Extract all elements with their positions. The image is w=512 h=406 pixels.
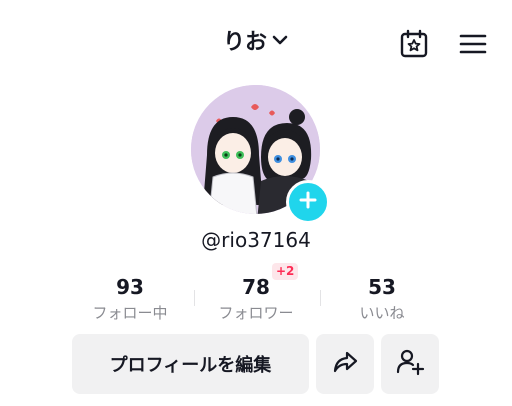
new-followers-badge: +2 xyxy=(272,263,299,280)
profile-handle: @rio37164 xyxy=(201,228,311,252)
stat-following-count: 93 xyxy=(116,275,144,299)
stat-followers-count: 78 xyxy=(242,275,270,299)
plus-icon xyxy=(298,190,318,214)
share-profile-button[interactable] xyxy=(316,334,374,394)
username-title: りお xyxy=(222,30,267,55)
stat-following[interactable]: 93 フォロー中 xyxy=(66,272,194,324)
stat-following-label: フォロー中 xyxy=(92,304,168,322)
share-arrow-icon xyxy=(331,348,359,380)
stat-followers-label: フォロワー xyxy=(218,304,294,322)
profile-header: りお xyxy=(0,24,512,56)
stat-followers[interactable]: 78 フォロワー xyxy=(192,272,320,324)
account-switcher[interactable]: りお xyxy=(223,24,289,56)
add-friend-button[interactable] xyxy=(381,334,439,394)
hamburger-menu-icon[interactable] xyxy=(457,28,489,60)
stat-likes[interactable]: 53 いいね xyxy=(318,272,446,324)
add-story-button[interactable] xyxy=(286,180,330,224)
profile-page: りお @rio37164 93 フォロー中 78 フォロワー +2 53 いいね… xyxy=(0,0,512,406)
stat-likes-count: 53 xyxy=(368,275,396,299)
edit-profile-button[interactable]: プロフィールを編集 xyxy=(72,334,309,394)
stat-likes-label: いいね xyxy=(359,304,405,322)
chevron-down-icon xyxy=(271,31,289,49)
calendar-star-icon[interactable] xyxy=(398,28,430,60)
profile-stats: 93 フォロー中 78 フォロワー +2 53 いいね xyxy=(64,263,448,324)
add-user-icon xyxy=(395,347,425,381)
